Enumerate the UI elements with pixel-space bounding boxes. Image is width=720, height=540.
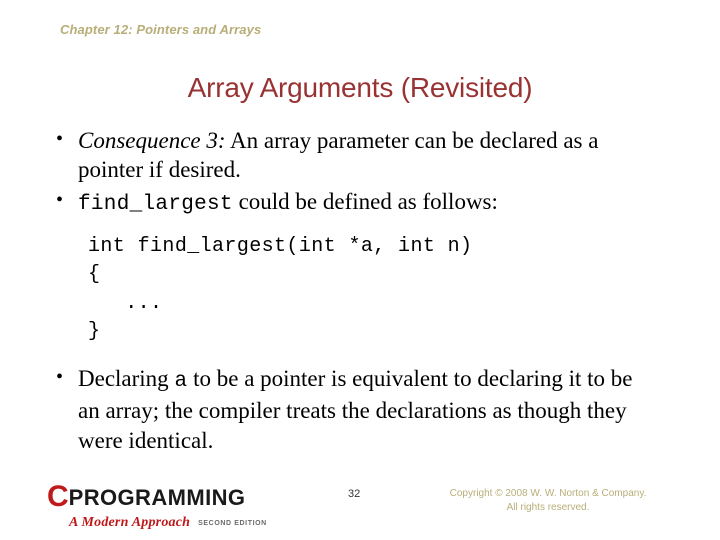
emphasis-consequence-label: Consequence 3: bbox=[78, 128, 226, 153]
bullet-icon: • bbox=[56, 128, 64, 150]
chapter-header: Chapter 12: Pointers and Arrays bbox=[60, 22, 262, 37]
logo-subtitle: A Modern Approach SECOND EDITION bbox=[47, 515, 287, 531]
logo-edition-label: SECOND EDITION bbox=[198, 520, 267, 527]
copyright-line-1: Copyright © 2008 W. W. Norton & Company. bbox=[449, 488, 647, 499]
bullet-text: Consequence 3: An array parameter can be… bbox=[78, 126, 720, 185]
logo-c-letter-icon: C bbox=[47, 480, 69, 513]
slide: Chapter 12: Pointers and Arrays Array Ar… bbox=[0, 0, 720, 540]
code-block-find-largest: int find_largest(int *a, int n) { ... } bbox=[88, 234, 473, 343]
book-logo: C PROGRAMMING A Modern Approach SECOND E… bbox=[47, 482, 287, 531]
bullet-body-text: could be defined as follows: bbox=[232, 188, 498, 214]
bullet-text: find_largest could be defined as follows… bbox=[78, 187, 720, 219]
bullet-item-consequence-3: • Consequence 3: An array parameter can … bbox=[0, 126, 720, 185]
logo-tagline: A Modern Approach bbox=[69, 515, 191, 530]
logo-programming-text: PROGRAMMING bbox=[68, 485, 246, 510]
slide-footer: C PROGRAMMING A Modern Approach SECOND E… bbox=[0, 480, 720, 540]
page-title: Array Arguments (Revisited) bbox=[187, 72, 533, 103]
copyright-notice: Copyright © 2008 W. W. Norton & Company.… bbox=[428, 487, 668, 514]
bullet-text: Declaring a to be a pointer is equivalen… bbox=[78, 364, 720, 455]
logo-wordmark: C PROGRAMMING bbox=[47, 482, 287, 512]
bullet-lead-text: Declaring bbox=[78, 366, 175, 392]
page-number: 32 bbox=[348, 488, 361, 500]
copyright-line-2: All rights reserved. bbox=[506, 501, 590, 513]
inline-code-find-largest: find_largest bbox=[78, 192, 233, 216]
bullet-icon: • bbox=[56, 188, 64, 211]
bullet-icon: • bbox=[56, 366, 64, 389]
inline-code-a: a bbox=[174, 370, 188, 394]
slide-body: • Consequence 3: An array parameter can … bbox=[0, 126, 720, 455]
bullet-item-find-largest-intro: • find_largest could be defined as follo… bbox=[0, 187, 720, 219]
bullet-item-declaring-equivalence: • Declaring a to be a pointer is equival… bbox=[0, 364, 720, 455]
